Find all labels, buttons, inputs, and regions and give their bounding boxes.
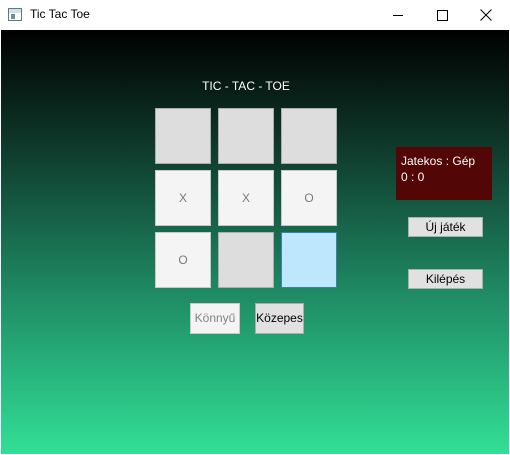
maximize-button[interactable]: [420, 0, 464, 30]
new-game-button[interactable]: Új játék: [408, 217, 483, 237]
minimize-button[interactable]: [376, 0, 420, 30]
board-cell[interactable]: O: [281, 170, 337, 226]
close-button[interactable]: [464, 0, 508, 30]
board-cell[interactable]: X: [155, 170, 211, 226]
exit-button[interactable]: Kilépés: [408, 269, 483, 289]
title-bar[interactable]: Tic Tac Toe: [0, 0, 510, 30]
score-label: Jatekos : Gép: [401, 154, 476, 168]
app-icon: [8, 8, 22, 21]
board-cell[interactable]: [281, 232, 337, 288]
board-cell[interactable]: X: [218, 170, 274, 226]
minimize-icon: [393, 15, 403, 16]
board-cell[interactable]: [155, 108, 211, 164]
close-icon: [480, 9, 492, 21]
board-cell[interactable]: [218, 108, 274, 164]
window-title: Tic Tac Toe: [30, 7, 90, 21]
medium-difficulty-button[interactable]: Közepes: [255, 303, 304, 334]
score-panel: Jatekos : Gép 0 : 0: [396, 147, 492, 200]
maximize-icon: [437, 10, 448, 21]
board-cell[interactable]: O: [155, 232, 211, 288]
board-cell[interactable]: [218, 232, 274, 288]
score-value: 0 : 0: [401, 170, 425, 184]
game-heading: TIC - TAC - TOE: [202, 79, 290, 93]
app-window: Tic Tac Toe TIC - TAC - TOE X X O O Jate…: [0, 0, 510, 455]
board-cell[interactable]: [281, 108, 337, 164]
easy-difficulty-button[interactable]: Könnyű: [190, 303, 240, 334]
game-area: TIC - TAC - TOE X X O O Jatekos : Gép 0 …: [1, 30, 509, 454]
